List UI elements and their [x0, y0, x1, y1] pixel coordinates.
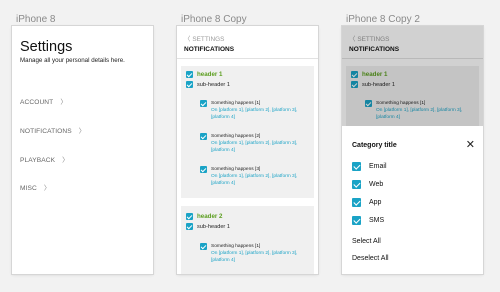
menu-item-notifications[interactable]: NOTIFICATIONS 〉	[20, 125, 85, 135]
option-label: Email	[369, 163, 387, 170]
artboard-settings: Settings Manage all your personal detail…	[12, 26, 153, 274]
subheader: sub-header 1	[197, 223, 230, 230]
page-subtitle: Manage all your personal details here.	[20, 57, 125, 64]
checkbox-checked-icon[interactable]	[352, 198, 361, 207]
checkbox-checked-icon[interactable]	[352, 216, 361, 225]
menu-item-label: ACCOUNT	[20, 99, 54, 106]
subheader: sub-header 1	[197, 81, 230, 88]
divider	[177, 58, 318, 59]
item-platforms: On [platform 1], [platform 2], [platform…	[211, 251, 298, 263]
checkbox-checked-icon[interactable]	[352, 162, 361, 171]
back-label: SETTINGS	[192, 36, 225, 43]
artboard-label-1: iPhone 8	[16, 14, 56, 25]
group-header-row[interactable]: header 1	[186, 71, 222, 78]
chevron-right-icon: 〉	[60, 99, 68, 106]
artboard-label-2: iPhone 8 Copy	[181, 14, 247, 25]
item-platforms: On [platform 1], [platform 2], [platform…	[211, 141, 298, 153]
close-icon[interactable]: ✕	[466, 138, 475, 151]
category-sheet: Category title ✕ Email Web App SMS Selec…	[342, 126, 483, 274]
item-title: Something happens [3]	[211, 167, 261, 172]
item-platforms: On [platform 1], [platform 2], [platform…	[211, 108, 298, 120]
chevron-right-icon: 〉	[43, 185, 51, 192]
notification-item[interactable]: Something happens [3]	[200, 166, 260, 173]
subheader-row[interactable]: sub-header 1	[186, 81, 230, 88]
deselect-all-button[interactable]: Deselect All	[352, 255, 389, 262]
page-title: Settings	[20, 39, 73, 55]
checkbox-checked-icon[interactable]	[200, 100, 207, 107]
chevron-right-icon: 〉	[78, 128, 86, 135]
item-platforms: On [platform 1], [platform 2], [platform…	[211, 174, 298, 186]
chevron-left-icon: 〈	[184, 36, 191, 43]
checkbox-checked-icon[interactable]	[352, 180, 361, 189]
menu-item-account[interactable]: ACCOUNT 〉	[20, 96, 67, 106]
menu-item-label: PLAYBACK	[20, 157, 56, 164]
artboard-label-3: iPhone 8 Copy 2	[346, 14, 420, 25]
checkbox-checked-icon[interactable]	[200, 166, 207, 173]
menu-item-label: MISC	[20, 185, 37, 192]
category-option-web[interactable]: Web	[352, 180, 383, 189]
notification-item[interactable]: Something happens [1]	[200, 100, 260, 107]
category-option-email[interactable]: Email	[352, 162, 387, 171]
notification-group: header 1 sub-header 1 Something happens …	[181, 66, 314, 198]
option-label: SMS	[369, 217, 385, 224]
chevron-right-icon: 〉	[62, 157, 69, 164]
subheader-row[interactable]: sub-header 1	[186, 223, 230, 230]
notification-item[interactable]: Something happens [2]	[200, 133, 260, 140]
group-header: header 2	[197, 213, 223, 220]
item-title: Something happens [1]	[211, 101, 261, 106]
group-header-row[interactable]: header 2	[186, 213, 222, 220]
notification-group: header 2 sub-header 1 Something happens …	[181, 206, 314, 274]
checkbox-checked-icon[interactable]	[186, 71, 193, 78]
sheet-title: Category title	[352, 142, 397, 149]
checkbox-checked-icon[interactable]	[200, 133, 207, 140]
checkbox-checked-icon[interactable]	[186, 223, 193, 230]
nav-title: NOTIFICATIONS	[184, 46, 235, 53]
category-option-app[interactable]: App	[352, 198, 381, 207]
artboard-notifications: 〈 SETTINGS NOTIFICATIONS header 1 sub-hea…	[177, 26, 318, 274]
item-title: Something happens [1]	[211, 244, 261, 249]
menu-item-misc[interactable]: MISC 〉	[20, 182, 51, 192]
back-button[interactable]: 〈 SETTINGS	[184, 34, 224, 43]
category-option-sms[interactable]: SMS	[352, 216, 384, 225]
modal-backdrop[interactable]	[342, 26, 483, 126]
option-label: App	[369, 199, 382, 206]
option-label: Web	[369, 181, 384, 188]
checkbox-checked-icon[interactable]	[186, 81, 193, 88]
select-all-button[interactable]: Select All	[352, 238, 381, 245]
group-header: header 1	[197, 71, 223, 78]
notification-item[interactable]: Something happens [1]	[200, 243, 260, 250]
menu-item-label: NOTIFICATIONS	[20, 128, 72, 135]
checkbox-checked-icon[interactable]	[186, 213, 193, 220]
item-title: Something happens [2]	[211, 134, 261, 139]
artboard-category-sheet: 〈 SETTINGS NOTIFICATIONS header 1 sub-hea…	[342, 26, 483, 274]
menu-item-playback[interactable]: PLAYBACK 〉	[20, 154, 69, 164]
checkbox-checked-icon[interactable]	[200, 243, 207, 250]
